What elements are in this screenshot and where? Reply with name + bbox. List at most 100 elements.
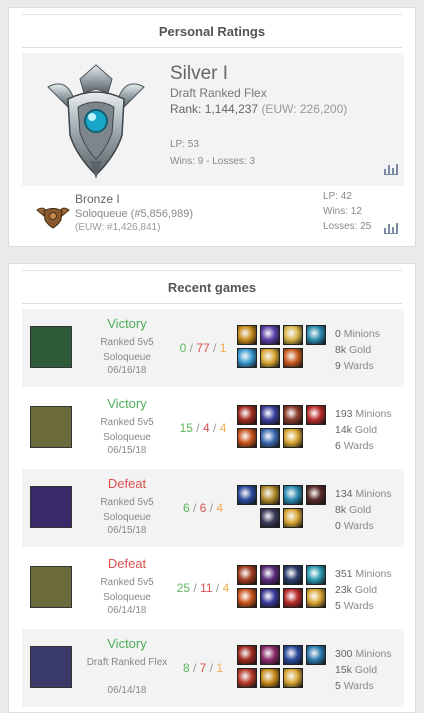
item-icon[interactable] (283, 565, 303, 585)
item-icon[interactable] (306, 405, 326, 425)
kda-separator: / (186, 341, 197, 355)
stats-chart-icon[interactable] (384, 163, 398, 175)
item-icon[interactable] (283, 348, 303, 368)
deaths: 11 (200, 581, 213, 595)
kda-separator: / (192, 421, 203, 435)
game-date: 06/16/18 (107, 365, 147, 376)
game-queue: Draft Ranked Flex (86, 657, 168, 668)
item-icon[interactable] (260, 325, 280, 345)
item-build (237, 325, 327, 371)
item-icon[interactable] (283, 645, 303, 665)
item-icon[interactable] (283, 405, 303, 425)
item-icon[interactable] (283, 485, 303, 505)
assists: 4 (222, 581, 230, 595)
gold-stat: 23k Gold (335, 584, 378, 596)
item-icon[interactable] (283, 325, 303, 345)
main-rank-queue: Draft Ranked Flex (170, 86, 267, 100)
deaths: 77 (196, 341, 210, 355)
recent-games-heading: Recent games (22, 270, 402, 304)
sub-rank-queue: Soloqueue (#5,856,989) (75, 208, 194, 220)
game-queue: Ranked 5v5 Soloqueue (100, 337, 154, 363)
item-icon[interactable] (237, 565, 257, 585)
game-row[interactable]: Victory Draft Ranked Flex 06/14/18 8 / 7 / … (22, 629, 404, 707)
deaths: 4 (202, 421, 210, 435)
item-icon[interactable] (260, 485, 280, 505)
item-icon[interactable] (283, 588, 303, 608)
champion-portrait[interactable] (30, 566, 72, 608)
champion-portrait[interactable] (30, 326, 72, 368)
silver-rank-emblem-icon (47, 64, 145, 179)
game-date: 06/14/18 (107, 605, 147, 616)
item-icon[interactable] (237, 668, 257, 688)
item-icon[interactable] (260, 565, 280, 585)
item-icon[interactable] (237, 645, 257, 665)
kills: 15 (179, 421, 193, 435)
bronze-rank-emblem-icon (36, 207, 70, 229)
item-icon[interactable] (283, 428, 303, 448)
kda-separator: / (189, 501, 200, 515)
champion-portrait[interactable] (30, 646, 72, 688)
game-kda: 8 / 7 / 1 (172, 661, 234, 675)
item-icon[interactable] (306, 565, 326, 585)
kills: 6 (182, 501, 190, 515)
kda-separator: / (212, 581, 223, 595)
game-kda: 0 / 77 / 1 (172, 341, 234, 355)
kda-separator: / (206, 661, 217, 675)
item-icon[interactable] (237, 405, 257, 425)
item-icon[interactable] (237, 588, 257, 608)
champion-portrait[interactable] (30, 486, 72, 528)
minions-stat: 134 Minions (335, 488, 392, 500)
item-icon[interactable] (306, 645, 326, 665)
main-rank-tier: Silver I (170, 63, 229, 84)
rank-value: 1,144,237 (204, 102, 259, 116)
kda-separator: / (209, 421, 220, 435)
sub-rank-lp: LP: 42 (323, 191, 352, 202)
item-icon[interactable] (237, 428, 257, 448)
item-icon[interactable] (306, 485, 326, 505)
assists: 4 (219, 421, 227, 435)
game-row[interactable]: Victory Ranked 5v5 Soloqueue 06/16/18 0 / 7… (22, 309, 404, 387)
champion-portrait[interactable] (30, 406, 72, 448)
sub-rank-losses: Losses: 25 (323, 221, 372, 232)
kda-separator: / (189, 661, 200, 675)
item-icon[interactable] (260, 508, 280, 528)
game-row[interactable]: Victory Ranked 5v5 Soloqueue 06/15/18 15 / … (22, 389, 404, 467)
item-icon[interactable] (260, 588, 280, 608)
wards-stat: 5 Wards (335, 600, 374, 612)
item-icon[interactable] (260, 668, 280, 688)
assists: 1 (216, 661, 224, 675)
item-icon[interactable] (237, 348, 257, 368)
main-rank-lp: LP: 53 (170, 139, 199, 150)
game-row[interactable]: Defeat Ranked 5v5 Soloqueue 06/14/18 25 / 1… (22, 549, 404, 627)
gold-stat: 14k Gold (335, 424, 378, 436)
kda-separator: / (209, 341, 220, 355)
kills: 8 (182, 661, 190, 675)
sub-rank-region: (EUW: #1,426,841) (75, 222, 161, 233)
game-stats: 0 Minions 8k Gold 9 Wards (335, 326, 380, 374)
item-icon[interactable] (237, 485, 257, 505)
game-date: 06/15/18 (107, 525, 147, 536)
item-icon[interactable] (237, 325, 257, 345)
game-result: Victory (107, 636, 147, 651)
sub-stats-chart-icon[interactable] (384, 222, 398, 234)
game-row[interactable]: Defeat Ranked 5v5 Soloqueue 06/15/18 6 / 6 … (22, 469, 404, 547)
minions-stat: 193 Minions (335, 408, 392, 420)
item-icon[interactable] (260, 405, 280, 425)
game-queue: Ranked 5v5 Soloqueue (100, 417, 154, 443)
main-rank-panel: Silver I Draft Ranked Flex Rank: 1,144,2… (22, 53, 404, 186)
item-icon[interactable] (260, 348, 280, 368)
kills: 25 (176, 581, 191, 595)
minions-stat: 0 Minions (335, 328, 380, 340)
game-result: Victory (107, 396, 147, 411)
minions-stat: 300 Minions (335, 648, 392, 660)
sub-rank-tier: Bronze I (75, 192, 120, 206)
item-icon[interactable] (283, 508, 303, 528)
item-icon[interactable] (260, 428, 280, 448)
item-icon[interactable] (306, 325, 326, 345)
item-icon[interactable] (283, 668, 303, 688)
main-rank-wins-losses: Wins: 9 - Losses: 3 (170, 156, 256, 167)
game-kda: 6 / 6 / 4 (172, 501, 234, 515)
item-icon[interactable] (260, 645, 280, 665)
item-icon[interactable] (306, 588, 326, 608)
main-rank-position: Rank: 1,144,237 (EUW: 226,200) (170, 102, 347, 116)
